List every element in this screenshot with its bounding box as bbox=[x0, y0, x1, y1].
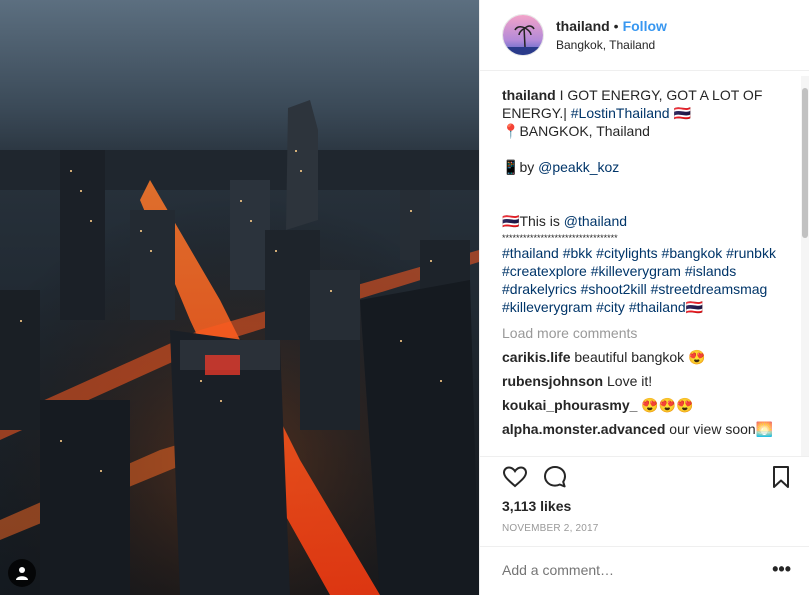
comment-text: our view soon🌅 bbox=[669, 421, 774, 437]
add-comment-input[interactable] bbox=[502, 562, 742, 578]
header-divider bbox=[480, 70, 809, 71]
comment-item: rubensjohnson Love it! bbox=[502, 372, 792, 390]
post-location[interactable]: Bangkok, Thailand bbox=[556, 38, 667, 52]
this-is-text: This is bbox=[519, 213, 560, 229]
comment-username[interactable]: alpha.monster.advanced bbox=[502, 421, 665, 437]
likes-count[interactable]: 3,113 likes bbox=[502, 498, 571, 514]
comment-username[interactable]: carikis.life bbox=[502, 349, 571, 365]
heart-icon[interactable] bbox=[502, 464, 528, 490]
comment-icon[interactable] bbox=[542, 464, 568, 490]
by-text: by bbox=[519, 159, 535, 175]
comment-text: 😍😍😍 bbox=[641, 397, 694, 413]
bangkok-night-skyline-image bbox=[0, 0, 479, 595]
caption-location-text: BANGKOK, Thailand bbox=[519, 123, 650, 139]
caption-hashtags[interactable]: #thailand #bkk #citylights #bangkok #run… bbox=[502, 245, 776, 315]
post-header: thailand • Follow Bangkok, Thailand bbox=[480, 0, 809, 70]
post-date[interactable]: NOVEMBER 2, 2017 bbox=[502, 523, 599, 534]
comment-item: koukai_phourasmy_ 😍😍😍 bbox=[502, 396, 792, 414]
caption: thailand I GOT ENERGY, GOT A LOT OF ENER… bbox=[502, 86, 792, 316]
comment-item: alpha.monster.advanced our view soon🌅 bbox=[502, 420, 792, 438]
post-details-panel: thailand • Follow Bangkok, Thailand thai… bbox=[479, 0, 809, 595]
mention-peakk-koz[interactable]: @peakk_koz bbox=[538, 159, 619, 175]
caption-stars: ********************************* bbox=[502, 233, 618, 243]
mention-thailand[interactable]: @thailand bbox=[564, 213, 627, 229]
add-comment-divider bbox=[480, 546, 809, 547]
comment-username[interactable]: rubensjohnson bbox=[502, 373, 603, 389]
post-actions bbox=[502, 462, 792, 492]
avatar[interactable] bbox=[502, 14, 544, 56]
follow-button[interactable]: Follow bbox=[623, 18, 667, 34]
comment-text: beautiful bangkok 😍 bbox=[574, 349, 706, 365]
flag-emoji: 🇹🇭 bbox=[673, 105, 691, 121]
bookmark-icon[interactable] bbox=[768, 464, 794, 490]
actions-divider bbox=[480, 456, 809, 457]
flag-emoji-2: 🇹🇭 bbox=[502, 213, 520, 229]
hashtag-link[interactable]: #LostinThailand bbox=[571, 105, 670, 121]
caption-username[interactable]: thailand bbox=[502, 87, 556, 103]
more-options-icon[interactable]: ••• bbox=[772, 560, 791, 578]
post-username[interactable]: thailand bbox=[556, 18, 610, 34]
comment-text: Love it! bbox=[607, 373, 653, 389]
phone-emoji: 📱 bbox=[502, 159, 520, 175]
comment-item: carikis.life beautiful bangkok 😍 bbox=[502, 348, 792, 366]
scrollbar-thumb[interactable] bbox=[802, 88, 808, 238]
comments-scrollbar[interactable] bbox=[801, 76, 809, 456]
comments-area: thailand I GOT ENERGY, GOT A LOT OF ENER… bbox=[502, 86, 792, 456]
post-photo[interactable] bbox=[0, 0, 479, 595]
comment-username[interactable]: koukai_phourasmy_ bbox=[502, 397, 637, 413]
load-more-comments-button[interactable]: Load more comments bbox=[502, 324, 792, 342]
pin-emoji: 📍 bbox=[502, 123, 520, 139]
flag-emoji-3: 🇹🇭 bbox=[685, 299, 704, 315]
person-tag-icon[interactable] bbox=[8, 559, 36, 587]
separator-dot: • bbox=[613, 18, 619, 34]
